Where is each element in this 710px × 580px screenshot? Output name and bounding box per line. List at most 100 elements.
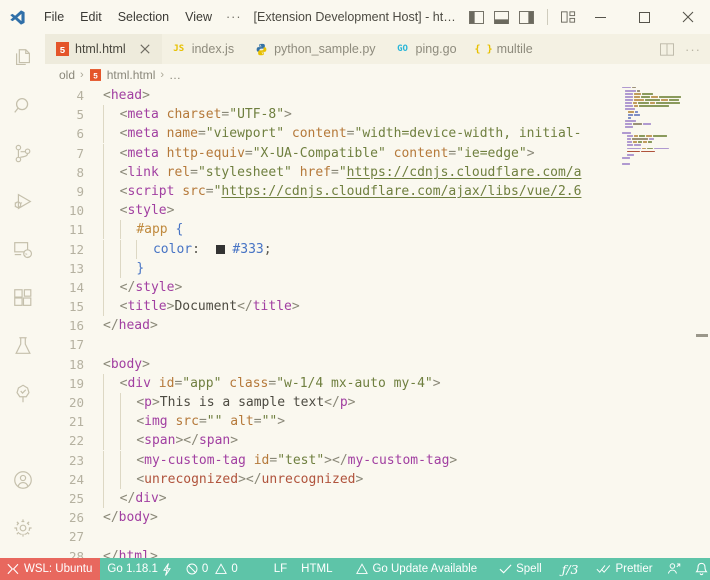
code-token-str: "w-1/4 mx-auto my-4" [276,375,433,391]
code-line[interactable]: 27 [45,527,710,546]
editor-tab-multilevel[interactable]: { } multile [466,34,543,64]
code-line[interactable]: 16 </head> [45,316,710,335]
code-line[interactable]: 11 #app { [45,220,710,240]
code-line[interactable]: 15 <title>Document</title> [45,297,710,317]
toggle-primary-sidebar-icon[interactable] [467,9,486,25]
code-line[interactable]: 18 <body> [45,355,710,374]
source-control-icon[interactable] [0,130,45,178]
code-editor[interactable]: 4 <head> 5 <meta charset="UTF-8"> 6 <meta n… [45,86,710,558]
code-line[interactable]: 23 <my-custom-tag id="test"></my-custom-… [45,450,710,470]
toggle-panel-icon[interactable] [492,9,511,25]
editor-tab-python-sample-py[interactable]: python_sample.py [244,34,386,64]
status-eol[interactable]: LF [267,558,294,580]
code-line[interactable]: 7 <meta http-equiv="X-UA-Compatible" con… [45,143,710,163]
editor-tab-label: html.html [75,42,126,56]
maximize-button[interactable] [622,0,666,34]
breadcrumb-item-old[interactable]: old [59,68,75,82]
explorer-icon[interactable] [0,34,45,82]
menu-overflow-icon[interactable]: ··· [220,7,248,27]
code-token-br: > [347,395,356,410]
code-line[interactable]: 12 color: #333; [45,239,710,259]
code-line-content: </div> [93,488,710,508]
code-line[interactable]: 9 <script src="https://cdnjs.cloudflare.… [45,181,710,201]
vscode-logo-icon[interactable] [0,0,34,34]
code-line[interactable]: 24 <unrecognized></unrecognized> [45,469,710,489]
code-token-tag: my-custom-tag [144,452,246,468]
split-editor-icon[interactable] [656,38,678,60]
close-icon[interactable] [138,42,152,56]
code-line[interactable]: 28 </html> [45,547,710,559]
menu-item-file[interactable]: File [36,7,72,27]
editor-tab-ping-go[interactable]: GO ping.go [385,34,467,64]
editor-tab-label: python_sample.py [274,42,376,56]
line-number: 28 [68,548,84,559]
status-spell[interactable]: Spell [492,558,549,580]
status-language-mode[interactable]: HTML [294,558,339,580]
extensions-icon[interactable] [0,274,45,322]
code-token-tag: div [127,375,151,391]
run-and-debug-icon[interactable] [0,178,45,226]
code-token-attr: href [299,164,331,180]
code-line[interactable]: 19 <div id="app" class="w-1/4 mx-auto my… [45,373,710,393]
checked-tree-icon[interactable] [0,370,45,418]
html5-file-icon: 5 [89,69,102,82]
minimap-token [628,117,631,119]
minimize-button[interactable] [578,0,622,34]
breadcrumb-separator: › [80,69,84,81]
code-line[interactable]: 21 <img src="" alt=""> [45,412,710,432]
toggle-secondary-sidebar-icon[interactable] [517,9,536,25]
minimap[interactable] [620,86,694,558]
indent-guide [103,277,104,297]
code-line[interactable]: 20 <p>This is a sample text</p> [45,393,710,412]
breadcrumb-item-symbol[interactable]: … [169,68,181,82]
code-line[interactable]: 14 </style> [45,277,710,297]
code-token-br: </ [119,490,136,506]
editor-tab-index-js[interactable]: JS index.js [161,34,245,64]
code-line[interactable]: 25 </div> [45,488,710,508]
code-token-punc: ; [263,241,272,257]
menu-item-view[interactable]: View [177,7,220,27]
code-line[interactable]: 17 [45,335,710,354]
code-line[interactable]: 22 <span></span> [45,431,710,451]
menu-item-selection[interactable]: Selection [110,7,177,27]
testing-icon[interactable] [0,322,45,370]
code-token-str: "UTF-8" [229,107,285,123]
status-prettier[interactable]: Prettier [589,558,659,580]
accounts-icon[interactable] [0,456,45,504]
code-line[interactable]: 6 <meta name="viewport" content="width=d… [45,124,710,144]
status-go-update[interactable]: Go Update Available [349,558,484,580]
code-line[interactable]: 4 <head> [45,86,710,105]
breadcrumb-item-file[interactable]: html.html [107,68,156,82]
status-remote-host[interactable]: WSL: Ubuntu [0,558,101,580]
manage-settings-icon[interactable] [0,504,45,552]
status-notifications[interactable] [688,558,710,580]
code-lines[interactable]: 4 <head> 5 <meta charset="UTF-8"> 6 <meta n… [45,86,710,558]
code-line[interactable]: 26 </body> [45,508,710,527]
code-token-br: ></ [238,471,262,487]
menu-item-edit[interactable]: Edit [72,7,110,27]
code-line-content: <body> [93,355,710,374]
minimap-token [645,98,660,101]
overview-ruler[interactable] [694,86,710,558]
code-line[interactable]: 5 <meta charset="UTF-8"> [45,105,710,125]
search-icon[interactable] [0,82,45,130]
status-live-share[interactable] [660,558,688,580]
more-actions-icon[interactable]: ··· [682,38,704,60]
editor-tab-html[interactable]: 5 html.html [45,34,162,64]
customize-layout-icon[interactable] [559,9,578,25]
close-button[interactable] [666,0,710,34]
status-tabnine[interactable]: ƒ/3 [555,558,586,580]
code-line[interactable]: 13 } [45,258,710,278]
status-go-version[interactable]: Go 1.18.1 [100,558,179,580]
status-problems[interactable]: 0 0 [179,558,245,580]
remote-explorer-icon[interactable]: >_ [0,226,45,274]
code-line[interactable]: 10 <style> [45,201,710,221]
code-line-content: <link rel="stylesheet" href="https://cdn… [93,162,710,182]
color-swatch[interactable] [215,244,225,254]
code-line[interactable]: 8 <link rel="stylesheet" href="https://c… [45,162,710,182]
code-token-punc: : [192,241,200,257]
code-line-content: <p>This is a sample text</p> [93,393,710,412]
